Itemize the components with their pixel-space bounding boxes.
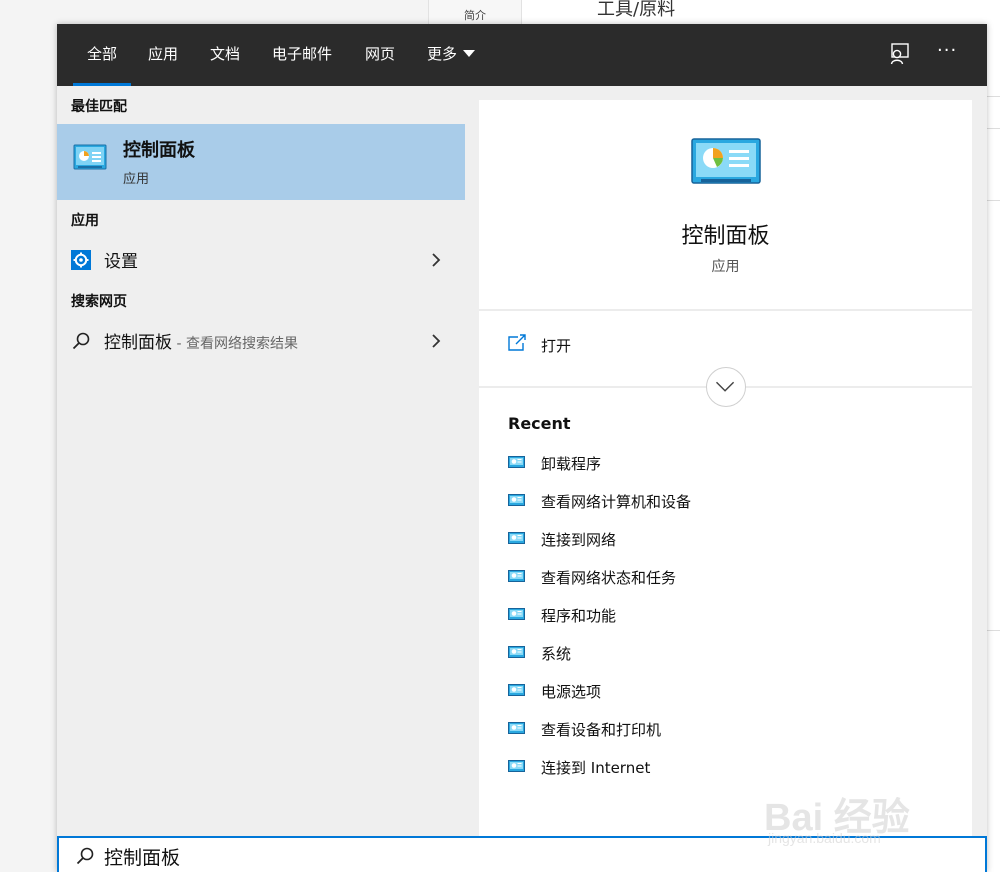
- chevron-right-icon[interactable]: [429, 332, 443, 350]
- tab-more-label: 更多: [427, 45, 458, 63]
- open-action-label: 打开: [541, 337, 572, 355]
- search-icon: [72, 332, 90, 350]
- best-match-heading: 最佳匹配: [71, 99, 127, 115]
- open-external-icon: [508, 334, 526, 351]
- tab-email[interactable]: 电子邮件: [272, 24, 332, 86]
- recent-item[interactable]: 查看设备和打印机: [479, 714, 972, 746]
- tab-apps[interactable]: 应用: [148, 24, 178, 86]
- control-panel-icon: [508, 456, 525, 468]
- recent-item[interactable]: 程序和功能: [479, 600, 972, 632]
- caret-down-icon: [463, 50, 476, 57]
- background-tab-label: 简介: [464, 9, 486, 22]
- recent-item[interactable]: 系统: [479, 638, 972, 670]
- web-result-suffix: - 查看网络搜索结果: [172, 336, 298, 352]
- recent-item-label: 查看设备和打印机: [541, 721, 662, 739]
- preview-pane: 控制面板 应用 打开 Recent 卸载程序 查看网络计算机和设备 连接到网络 …: [479, 100, 972, 872]
- background-divider: [987, 200, 1000, 201]
- tab-all[interactable]: 全部: [73, 24, 132, 86]
- scope-tab-bar: 全部 应用 文档 电子邮件 网页 更多 ···: [57, 24, 987, 86]
- recent-item-label: 卸载程序: [541, 455, 602, 473]
- tab-documents-label: 文档: [210, 45, 241, 63]
- expand-button[interactable]: [706, 367, 746, 407]
- preview-title: 控制面板: [681, 224, 770, 249]
- best-match-item[interactable]: 控制面板 应用: [57, 124, 465, 200]
- tab-more[interactable]: 更多: [427, 24, 476, 86]
- recent-item-label: 电源选项: [541, 683, 602, 701]
- app-result-settings[interactable]: 设置: [57, 242, 465, 278]
- search-panel: 全部 应用 文档 电子邮件 网页 更多 ··· 最佳匹配 控制面板 应用 应用 …: [57, 24, 987, 872]
- control-panel-icon: [508, 494, 525, 506]
- open-action[interactable]: 打开: [479, 325, 972, 369]
- control-panel-icon: [508, 608, 525, 620]
- preview-subtitle: 应用: [711, 259, 740, 275]
- watermark-logo: Bai 经验 jingyan.baidu.com: [760, 768, 960, 858]
- gear-icon: [71, 250, 91, 270]
- best-match-subtitle: 应用: [123, 172, 150, 187]
- recent-item[interactable]: 卸载程序: [479, 448, 972, 480]
- tab-documents[interactable]: 文档: [210, 24, 240, 86]
- control-panel-icon: [508, 684, 525, 696]
- web-search-heading: 搜索网页: [71, 294, 127, 310]
- chevron-down-icon: [715, 381, 735, 392]
- app-result-label: 设置: [104, 252, 138, 272]
- control-panel-icon: [508, 570, 525, 582]
- background-divider: [987, 96, 1000, 97]
- best-match-title: 控制面板: [123, 140, 195, 161]
- tab-apps-label: 应用: [148, 45, 179, 63]
- background-heading: 工具/原料: [597, 0, 676, 20]
- recent-item-label: 连接到网络: [541, 531, 617, 549]
- web-result-label: 控制面板 - 查看网络搜索结果: [104, 328, 298, 353]
- background-divider: [987, 630, 1000, 631]
- tab-all-label: 全部: [87, 45, 118, 63]
- recent-item-label: 系统: [541, 645, 572, 663]
- feedback-icon[interactable]: [887, 42, 911, 66]
- ellipsis-icon[interactable]: ···: [937, 42, 961, 66]
- control-panel-icon: [508, 532, 525, 544]
- web-result-item[interactable]: 控制面板 - 查看网络搜索结果: [57, 323, 465, 359]
- recent-item[interactable]: 查看网络计算机和设备: [479, 486, 972, 518]
- background-divider: [987, 128, 1000, 129]
- recent-item[interactable]: 电源选项: [479, 676, 972, 708]
- recent-item-label: 连接到 Internet: [541, 759, 651, 777]
- web-result-query: 控制面板: [104, 333, 172, 353]
- control-panel-icon: [691, 138, 761, 184]
- recent-heading: Recent: [508, 414, 571, 433]
- recent-item-label: 查看网络状态和任务: [541, 569, 677, 587]
- tab-web-label: 网页: [365, 45, 396, 63]
- tab-web[interactable]: 网页: [365, 24, 395, 86]
- control-panel-icon: [508, 760, 525, 772]
- control-panel-icon: [508, 646, 525, 658]
- recent-item[interactable]: 查看网络状态和任务: [479, 562, 972, 594]
- search-icon: [76, 847, 94, 865]
- tab-email-label: 电子邮件: [272, 45, 333, 63]
- recent-item-label: 查看网络计算机和设备: [541, 493, 692, 511]
- recent-item[interactable]: 连接到网络: [479, 524, 972, 556]
- control-panel-icon: [508, 722, 525, 734]
- search-input[interactable]: [104, 843, 704, 869]
- control-panel-icon: [73, 144, 107, 170]
- watermark-url: jingyan.baidu.com: [768, 830, 881, 846]
- apps-heading: 应用: [71, 213, 99, 229]
- divider: [479, 309, 972, 311]
- recent-item-label: 程序和功能: [541, 607, 617, 625]
- chevron-right-icon[interactable]: [429, 251, 443, 269]
- results-list: 最佳匹配 控制面板 应用 应用 设置 搜索网页 控制面板 - 查看网络搜索结果: [57, 86, 465, 872]
